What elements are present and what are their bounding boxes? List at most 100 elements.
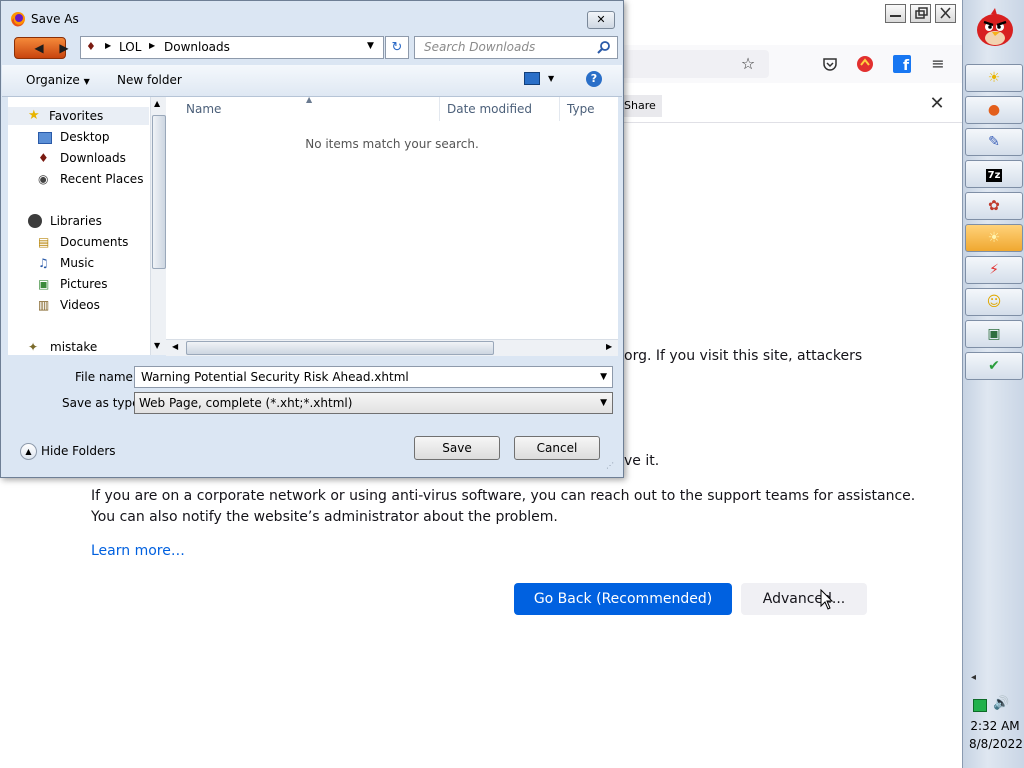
- dock-paint-app[interactable]: ✿: [965, 192, 1023, 220]
- learn-more-link[interactable]: Learn more…: [91, 543, 185, 559]
- scroll-thumb[interactable]: [152, 115, 166, 269]
- new-folder-button[interactable]: New folder: [117, 73, 182, 87]
- dock-shield[interactable]: ✔: [965, 352, 1023, 380]
- save-button[interactable]: Save: [414, 436, 500, 460]
- minimize-icon: [890, 15, 901, 17]
- dock-monitor[interactable]: ▣: [965, 320, 1023, 348]
- command-bar: Organize ▼ New folder ▼ ?: [2, 65, 622, 97]
- nav-label: Documents: [60, 235, 129, 249]
- view-icon[interactable]: [524, 72, 540, 85]
- minimize-button[interactable]: [885, 4, 906, 23]
- share-button[interactable]: Share: [624, 95, 662, 117]
- view-dropdown-icon[interactable]: ▼: [548, 74, 554, 83]
- extension-icon[interactable]: [856, 55, 874, 73]
- nav-label: Music: [60, 256, 95, 270]
- documents-icon: ▤: [38, 235, 50, 249]
- dock-7zip[interactable]: 7z: [965, 160, 1023, 188]
- dialog-title: Save As: [31, 12, 79, 26]
- bookmark-star-icon[interactable]: ☆: [739, 55, 757, 73]
- dock-sun-app[interactable]: ☀: [965, 64, 1023, 92]
- column-date-modified[interactable]: Date modified: [440, 97, 560, 121]
- file-name-value[interactable]: Warning Potential Security Risk Ahead.xh…: [141, 370, 409, 384]
- search-icon[interactable]: [597, 40, 611, 54]
- cancel-button[interactable]: Cancel: [514, 436, 600, 460]
- close-notification-icon[interactable]: ✕: [928, 95, 946, 113]
- address-bar[interactable]: ♦ ▶ LOL ▶ Downloads ▼: [80, 36, 384, 59]
- flash-icon: ⚡: [989, 262, 999, 278]
- facebook-icon[interactable]: f: [893, 55, 911, 74]
- corporate-text-line: If you are on a corporate network or usi…: [91, 488, 916, 504]
- smiley-icon: ☺: [986, 294, 1002, 310]
- refresh-icon: ↻: [391, 40, 403, 55]
- dock-flash[interactable]: ⚡: [965, 256, 1023, 284]
- scroll-up-icon[interactable]: ▲: [154, 99, 160, 108]
- dock-firefox[interactable]: ●: [965, 96, 1023, 124]
- nav-buttons: ◀ ▶: [14, 37, 69, 59]
- navigation-pane: ★ Favorites Desktop ♦ Downloads ◉ Recent…: [8, 97, 166, 355]
- column-type[interactable]: Type: [560, 97, 618, 121]
- monitor-icon: ▣: [987, 326, 1001, 342]
- nav-scrollbar[interactable]: ▲ ▼: [150, 97, 166, 355]
- save-type-label: Save as type:: [62, 396, 144, 410]
- paint-app-icon: ✿: [988, 198, 1000, 214]
- address-dropdown-icon[interactable]: ▼: [367, 41, 374, 51]
- file-name-label: File name:: [75, 370, 137, 384]
- hscroll-thumb[interactable]: [186, 341, 494, 355]
- file-list: Name ▲ Date modified Type No items match…: [166, 95, 618, 355]
- breadcrumb-downloads[interactable]: Downloads: [164, 40, 230, 54]
- save-type-select[interactable]: Web Page, complete (*.xht;*.xhtml) ▼: [134, 392, 613, 414]
- go-back-button[interactable]: Go Back (Recommended): [514, 583, 732, 615]
- forward-arrow-icon: ▶: [59, 41, 69, 55]
- network-status-icon[interactable]: [973, 699, 987, 712]
- videos-icon: ▥: [38, 298, 50, 312]
- breadcrumb-arrow-icon: ▶: [149, 41, 156, 50]
- shield-icon: ✔: [988, 358, 1000, 374]
- back-button[interactable]: ◀: [15, 39, 43, 56]
- advanced-button[interactable]: Advanced...: [741, 583, 867, 615]
- angry-bird-icon[interactable]: [973, 5, 1017, 49]
- dialog-close-button[interactable]: ✕: [587, 11, 615, 29]
- file-name-dropdown-icon[interactable]: ▼: [600, 367, 607, 387]
- tray-date[interactable]: 8/8/2022: [969, 737, 1023, 751]
- nav-favorites[interactable]: ★ Favorites: [8, 107, 149, 125]
- tray-time[interactable]: 2:32 AM: [969, 719, 1021, 733]
- save-as-dialog: Save As ✕ ◀ ▶ ♦ ▶ LOL ▶ Downloads ▼ ↻ Se…: [0, 0, 624, 478]
- firefox-icon: [11, 12, 25, 27]
- dock-vector-app[interactable]: ✎: [965, 128, 1023, 156]
- downloads-folder-icon: ♦: [38, 151, 49, 165]
- close-icon: ✕: [596, 13, 606, 26]
- user-folder-icon: ✦: [28, 340, 39, 354]
- file-name-field[interactable]: Warning Potential Security Risk Ahead.xh…: [134, 366, 613, 388]
- pocket-icon[interactable]: [821, 55, 839, 73]
- vector-app-icon: ✎: [988, 134, 1000, 150]
- column-name[interactable]: Name: [166, 97, 440, 121]
- scroll-right-icon[interactable]: ▶: [606, 342, 612, 351]
- menu-icon[interactable]: ≡: [929, 55, 947, 73]
- nav-label: Videos: [60, 298, 100, 312]
- music-icon: ♫: [38, 256, 49, 270]
- scroll-left-icon[interactable]: ◀: [172, 342, 178, 351]
- close-window-button[interactable]: [935, 4, 956, 23]
- dock-smiley[interactable]: ☺: [965, 288, 1023, 316]
- search-box[interactable]: Search Downloads: [414, 36, 618, 59]
- firefox-icon: ●: [987, 102, 1001, 118]
- sun-active-icon: ☀: [987, 230, 1001, 246]
- save-type-dropdown-icon[interactable]: ▼: [600, 393, 607, 413]
- help-icon[interactable]: ?: [586, 71, 602, 87]
- nav-label: Downloads: [60, 151, 126, 165]
- breadcrumb-lol[interactable]: LOL: [119, 40, 141, 54]
- svg-text:f: f: [903, 58, 910, 73]
- search-input[interactable]: Search Downloads: [424, 40, 535, 54]
- organize-button[interactable]: Organize ▼: [26, 73, 90, 87]
- restore-button[interactable]: [910, 4, 931, 23]
- file-list-hscrollbar[interactable]: ◀ ▶: [166, 339, 618, 356]
- dock-sun-active[interactable]: ☀: [965, 224, 1023, 252]
- side-dock: ☀ ● ✎ 7z ✿ ☀ ⚡ ☺ ▣ ✔ ◂ 🔊 2:32 AM 8/8/202…: [962, 0, 1024, 768]
- scroll-down-icon[interactable]: ▼: [154, 341, 160, 350]
- star-icon: ★: [28, 108, 40, 123]
- volume-icon[interactable]: 🔊: [993, 696, 1009, 711]
- resize-grip-icon[interactable]: ⋰: [606, 461, 614, 470]
- tray-expand-icon[interactable]: ◂: [971, 672, 976, 683]
- refresh-button[interactable]: ↻: [385, 36, 409, 59]
- forward-button[interactable]: ▶: [40, 39, 68, 56]
